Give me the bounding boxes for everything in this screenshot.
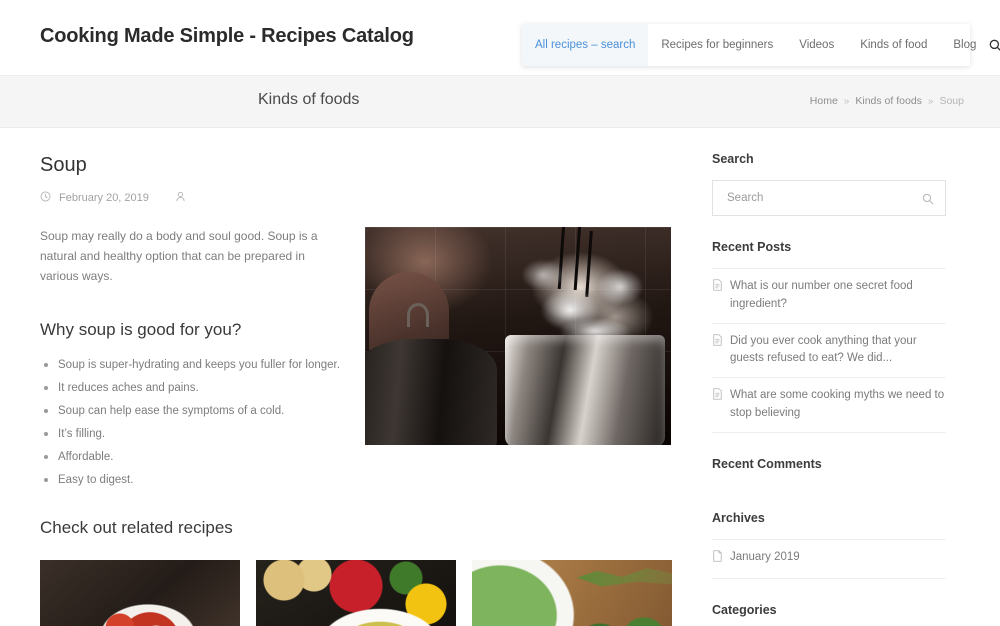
document-icon — [712, 388, 723, 407]
nav-label: Blog — [953, 39, 977, 51]
list-item[interactable]: Did you ever cook anything that your gue… — [712, 322, 946, 378]
document-icon — [712, 279, 723, 298]
widget-title-recent-comments: Recent Comments — [712, 456, 822, 471]
nav-label: Recipes for beginners — [661, 39, 774, 51]
breadcrumb-item-home[interactable]: Home — [810, 95, 838, 107]
primary-navigation: All recipes – search Recipes for beginne… — [522, 24, 1000, 66]
search-input[interactable] — [713, 181, 945, 215]
hero-lid-knob — [407, 303, 429, 327]
recipe-card-red-soup[interactable] — [40, 560, 240, 626]
breadcrumb-separator: » — [843, 95, 850, 107]
breadcrumb: Home » Kinds of foods » Soup — [810, 95, 964, 107]
related-recipes-heading: Check out related recipes — [40, 518, 233, 538]
user-icon — [175, 191, 186, 205]
widget-archives: Archives January 2019 — [712, 511, 962, 579]
document-icon — [712, 333, 723, 353]
widget-recent-posts: Recent Posts What is our number one secr… — [712, 240, 962, 433]
breadcrumb-band: Kinds of foods Home » Kinds of foods » S… — [0, 76, 1000, 128]
post-date: February 20, 2019 — [59, 192, 149, 204]
widget-recent-comments: Recent Comments — [712, 457, 962, 487]
hero-pot-right — [505, 335, 665, 445]
widget-search: Search — [712, 152, 962, 216]
list-item[interactable]: January 2019 — [712, 538, 946, 579]
nav-item-all-recipes[interactable]: All recipes – search — [522, 24, 649, 66]
hero-steam — [515, 235, 665, 345]
hero-pot-left — [365, 339, 497, 445]
recent-post-title: What are some cooking myths we need to s… — [730, 389, 945, 420]
list-item[interactable]: What is our number one secret food ingre… — [712, 268, 946, 323]
list-item: Soup can help ease the symptoms of a col… — [40, 404, 350, 419]
recent-post-title: What is our number one secret food ingre… — [730, 280, 913, 310]
widget-categories: Categories Tips — [712, 603, 962, 626]
list-item: Affordable. — [40, 450, 350, 465]
page-body: Soup February 20, 2019 Soup may really d… — [0, 128, 1000, 626]
archives-list: January 2019 — [712, 538, 946, 579]
page-title: Kinds of foods — [258, 91, 360, 108]
post-meta: February 20, 2019 — [40, 191, 672, 205]
hero-image — [365, 227, 671, 445]
recipe-card-pea-soup[interactable] — [256, 560, 456, 626]
nav-item-kinds-of-food[interactable]: Kinds of food — [847, 24, 940, 66]
widget-title-recent-posts: Recent Posts — [712, 240, 792, 254]
search-icon — [990, 39, 1000, 51]
benefits-list: Soup is super-hydrating and keeps you fu… — [40, 358, 350, 488]
post-intro-wrapper: Soup may really do a body and soul good.… — [40, 227, 672, 488]
recent-posts-list: What is our number one secret food ingre… — [712, 268, 946, 433]
nav-label: Videos — [799, 39, 835, 51]
main-content: Soup February 20, 2019 Soup may really d… — [40, 128, 672, 626]
widget-title-categories: Categories — [712, 602, 777, 617]
recipe-card-broccoli-soup[interactable] — [472, 560, 672, 626]
list-item[interactable]: What are some cooking myths we need to s… — [712, 377, 946, 433]
list-item: Easy to digest. — [40, 473, 350, 488]
site-title: Cooking Made Simple - Recipes Catalog — [40, 25, 414, 47]
recent-post-title: Did you ever cook anything that your gue… — [730, 334, 917, 365]
post-intro: Soup may really do a body and soul good.… — [40, 229, 318, 283]
breadcrumb-item-kinds-of-foods[interactable]: Kinds of foods — [855, 95, 922, 107]
nav-label: Kinds of food — [860, 39, 928, 51]
article-subheading: Why soup is good for you? — [40, 320, 242, 340]
recent-comments-empty — [712, 485, 962, 487]
post-title: Soup — [40, 154, 87, 176]
nav-item-blog[interactable]: Blog — [940, 24, 989, 66]
nav-item-videos[interactable]: Videos — [786, 24, 847, 66]
list-item: Soup is super-hydrating and keeps you fu… — [40, 358, 350, 373]
breadcrumb-item-current: Soup — [939, 95, 964, 107]
nav-label: All recipes – search — [535, 39, 636, 51]
nav-search-toggle[interactable] — [989, 24, 1000, 66]
site-header: Cooking Made Simple - Recipes Catalog Al… — [0, 0, 1000, 76]
list-item: It’s filling. — [40, 427, 350, 442]
search-icon[interactable] — [922, 192, 934, 210]
page-icon — [712, 550, 723, 569]
related-recipes-grid — [40, 560, 672, 626]
clock-icon — [40, 191, 51, 205]
breadcrumb-separator: » — [927, 95, 934, 107]
sidebar: Search Recent Posts — [712, 128, 962, 626]
widget-title-archives: Archives — [712, 510, 765, 525]
list-item: It reduces aches and pains. — [40, 381, 350, 396]
widget-title-search: Search — [712, 152, 754, 166]
archive-label: January 2019 — [730, 550, 800, 563]
sidebar-search-box[interactable] — [712, 180, 946, 216]
nav-item-recipes-for-beginners[interactable]: Recipes for beginners — [648, 24, 786, 66]
